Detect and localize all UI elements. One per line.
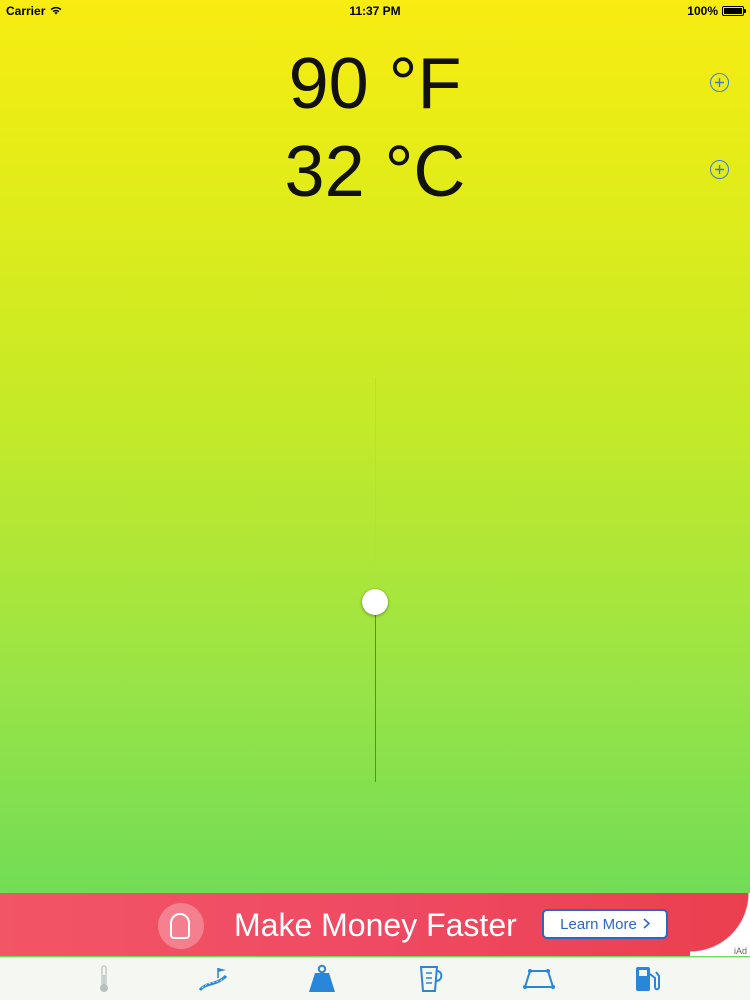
tab-weight[interactable] bbox=[302, 963, 342, 995]
tab-bar bbox=[0, 957, 750, 1000]
plus-icon bbox=[715, 78, 724, 87]
learn-more-button[interactable]: Learn More bbox=[542, 909, 668, 939]
battery-icon bbox=[722, 6, 746, 16]
thermometer-icon bbox=[100, 965, 108, 992]
status-right: 100% bbox=[687, 4, 746, 18]
ad-banner[interactable]: Make Money Faster Learn More bbox=[0, 893, 750, 956]
weight-icon bbox=[309, 964, 335, 992]
plus-icon bbox=[715, 165, 724, 174]
status-bar: Carrier 11:37 PM 100% bbox=[0, 0, 750, 22]
status-time: 11:37 PM bbox=[349, 4, 401, 18]
temperature-slider-thumb[interactable] bbox=[362, 589, 388, 615]
road-distance-icon bbox=[198, 968, 228, 992]
tap-finger-icon bbox=[158, 903, 204, 949]
fuel-pump-icon bbox=[636, 967, 660, 991]
ad-headline: Make Money Faster bbox=[234, 907, 517, 943]
learn-more-label: Learn More bbox=[560, 915, 637, 933]
measuring-cup-icon bbox=[419, 966, 443, 992]
slider-track-upper[interactable] bbox=[375, 377, 376, 602]
celsius-value: 32 °C bbox=[284, 132, 466, 212]
tab-fuel[interactable] bbox=[627, 963, 667, 995]
fahrenheit-add-button[interactable] bbox=[710, 73, 729, 92]
tab-temperature[interactable] bbox=[84, 963, 124, 995]
tab-area[interactable] bbox=[519, 963, 559, 995]
tab-distance[interactable] bbox=[193, 963, 233, 995]
fahrenheit-value: 90 °F bbox=[288, 44, 462, 124]
tab-volume[interactable] bbox=[410, 963, 450, 995]
slider-track-lower[interactable] bbox=[375, 602, 376, 782]
chevron-right-icon bbox=[643, 916, 651, 933]
area-icon bbox=[523, 969, 555, 989]
battery-percent: 100% bbox=[687, 4, 718, 18]
iad-badge: iAd bbox=[734, 946, 748, 956]
celsius-add-button[interactable] bbox=[710, 160, 729, 179]
